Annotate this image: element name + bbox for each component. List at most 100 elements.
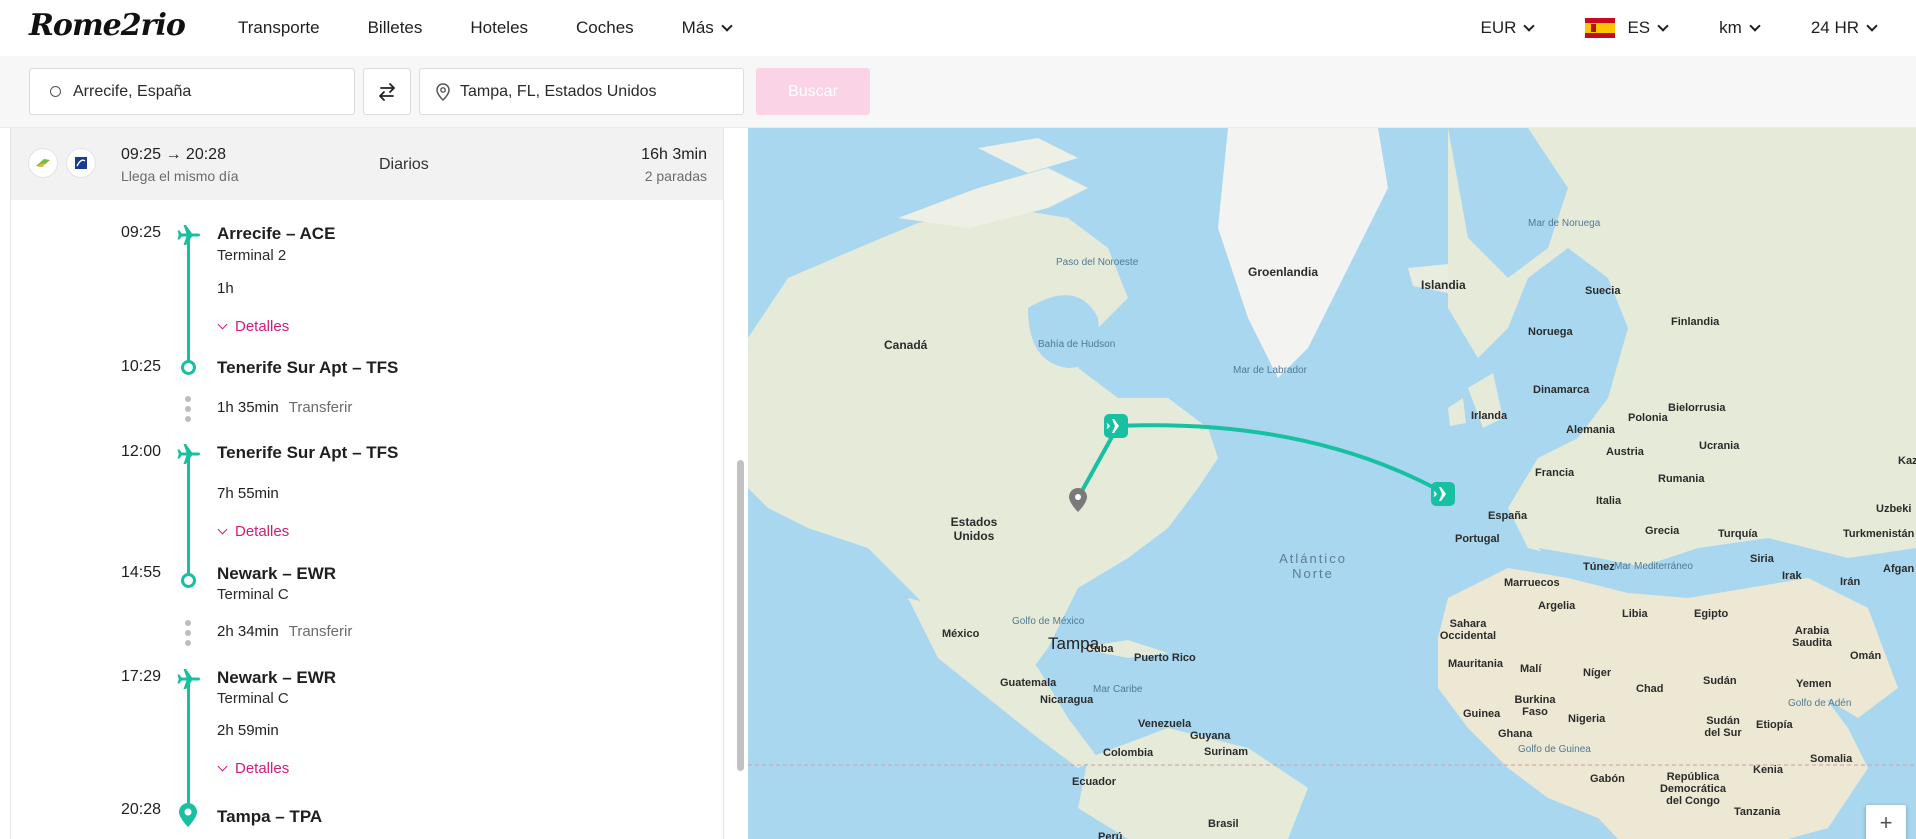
chevron-down-icon bbox=[721, 19, 733, 32]
map-label: Suecia bbox=[1585, 285, 1621, 297]
map-label: Rumania bbox=[1658, 473, 1705, 485]
map-label: Chad bbox=[1636, 683, 1664, 695]
nav-mas-dropdown[interactable]: Más bbox=[682, 18, 733, 38]
currency-selector[interactable]: EUR bbox=[1481, 18, 1536, 38]
map-label: Guyana bbox=[1190, 730, 1231, 742]
transfer-dots bbox=[185, 620, 191, 650]
location-pin-icon bbox=[436, 82, 450, 101]
origin-value: Arrecife, España bbox=[73, 82, 192, 100]
map-label: Sudán del Sur bbox=[1704, 715, 1742, 739]
language-selector[interactable]: ES bbox=[1585, 18, 1669, 38]
map-label: Guinea bbox=[1463, 708, 1501, 720]
plane-icon bbox=[177, 225, 200, 245]
map-label: Yemen bbox=[1796, 678, 1832, 690]
map-label: Venezuela bbox=[1138, 718, 1192, 730]
details-toggle[interactable]: Detalles bbox=[217, 318, 289, 335]
arrival-time: 10:25 bbox=[121, 358, 162, 375]
swap-button[interactable] bbox=[363, 68, 411, 115]
destination-pin-icon bbox=[179, 803, 197, 827]
map-label: Níger bbox=[1583, 667, 1612, 679]
map-label: Polonia bbox=[1628, 412, 1668, 424]
map-label: Mar Caribe bbox=[1093, 684, 1143, 695]
map-label: Austria bbox=[1606, 446, 1644, 458]
stop-title[interactable]: Tenerife Sur Apt – TFS bbox=[217, 443, 398, 463]
map-label: Atlántico Norte bbox=[1279, 551, 1347, 581]
map-label: Nigeria bbox=[1568, 713, 1606, 725]
map-label: Portugal bbox=[1455, 533, 1500, 545]
map-label: Colombia bbox=[1103, 747, 1154, 759]
map-label: Canadá bbox=[884, 338, 928, 352]
map-label: Tanzania bbox=[1734, 806, 1781, 818]
main-nav: Transporte Billetes Hoteles Coches Más bbox=[238, 0, 779, 56]
route-line bbox=[187, 455, 190, 580]
search-button[interactable]: Buscar bbox=[756, 68, 870, 115]
map-label: Ghana bbox=[1498, 728, 1533, 740]
route-map[interactable]: Groenlandia Islandia Canadá Paso del Nor… bbox=[748, 128, 1916, 839]
destination-value: Tampa, FL, Estados Unidos bbox=[460, 82, 657, 100]
map-label: Surinam bbox=[1204, 746, 1249, 758]
chevron-down-icon bbox=[1657, 19, 1669, 32]
map-label: Brasil bbox=[1208, 818, 1239, 830]
map-label: Italia bbox=[1596, 495, 1622, 507]
leg-duration: 1h bbox=[217, 280, 234, 297]
nav-coches[interactable]: Coches bbox=[576, 18, 634, 38]
chevron-down-icon bbox=[1749, 19, 1761, 32]
map-label: Arabia Saudita bbox=[1792, 625, 1832, 649]
zoom-in-button[interactable]: + bbox=[1866, 805, 1906, 839]
departure-time: 17:29 bbox=[121, 668, 162, 685]
details-toggle[interactable]: Detalles bbox=[217, 523, 289, 540]
map-label: Finlandia bbox=[1671, 316, 1720, 328]
map-label: Paso del Noroeste bbox=[1056, 257, 1139, 268]
map-label: Turkmenistán bbox=[1843, 528, 1915, 540]
map-label: Ucrania bbox=[1699, 440, 1740, 452]
map-label: Dinamarca bbox=[1533, 384, 1590, 396]
stop-title[interactable]: Arrecife – ACE bbox=[217, 224, 335, 244]
stop-terminal: Terminal C bbox=[217, 690, 289, 707]
map-label: Mar Mediterráneo bbox=[1614, 561, 1693, 572]
transfer-info: 1h 35min Transferir bbox=[217, 399, 352, 416]
map-label: Mar de Labrador bbox=[1233, 365, 1307, 376]
distance-unit-label: km bbox=[1719, 18, 1742, 37]
stop-title[interactable]: Newark – EWR bbox=[217, 564, 336, 584]
panel-scrollbar[interactable] bbox=[737, 460, 744, 771]
map-label: República Democrática del Congo bbox=[1659, 771, 1727, 807]
map-label: Islandia bbox=[1421, 278, 1466, 292]
map-label: Afgan bbox=[1883, 563, 1915, 575]
rome2rio-logo[interactable]: Rome2rio bbox=[29, 8, 186, 43]
map-label: Mauritania bbox=[1448, 658, 1504, 670]
map-label: Bahía de Hudson bbox=[1038, 339, 1116, 350]
language-label: ES bbox=[1627, 18, 1651, 37]
origin-input[interactable]: Arrecife, España bbox=[29, 68, 355, 115]
time-format-label: 24 HR bbox=[1810, 18, 1859, 37]
distance-unit-selector[interactable]: km bbox=[1719, 18, 1761, 38]
destination-input[interactable]: Tampa, FL, Estados Unidos bbox=[419, 68, 744, 115]
map-label: Burkina Faso bbox=[1514, 694, 1556, 718]
nav-billetes[interactable]: Billetes bbox=[368, 18, 423, 38]
map-label: México bbox=[942, 628, 980, 640]
stop-terminal: Terminal 2 bbox=[217, 247, 287, 264]
stop-title[interactable]: Tenerife Sur Apt – TFS bbox=[217, 358, 398, 378]
map-label: Malí bbox=[1520, 663, 1542, 675]
map-label: Sudán bbox=[1703, 675, 1737, 687]
details-toggle[interactable]: Detalles bbox=[217, 760, 289, 777]
map-label: Grecia bbox=[1645, 525, 1680, 537]
map-label: Somalia bbox=[1810, 753, 1853, 765]
time-format-selector[interactable]: 24 HR bbox=[1810, 18, 1878, 38]
transfer-duration: 2h 34min bbox=[217, 623, 279, 640]
newark-plane-marker-icon[interactable] bbox=[1104, 414, 1128, 438]
stop-title[interactable]: Newark – EWR bbox=[217, 668, 336, 688]
map-label: Perú bbox=[1098, 831, 1123, 839]
map-label: Bielorrusia bbox=[1668, 402, 1726, 414]
map-label: Gabón bbox=[1590, 773, 1625, 785]
departure-time: 12:00 bbox=[121, 443, 162, 460]
stop-title[interactable]: Tampa – TPA bbox=[217, 807, 322, 827]
map-label: Turquía bbox=[1718, 528, 1758, 540]
swap-arrows-icon bbox=[379, 82, 395, 101]
map-label: Golfo de México bbox=[1012, 616, 1085, 627]
nav-hoteles[interactable]: Hoteles bbox=[470, 18, 528, 38]
map-label: Marruecos bbox=[1504, 577, 1560, 589]
nav-transporte[interactable]: Transporte bbox=[238, 18, 320, 38]
map-label: Irán bbox=[1840, 576, 1861, 588]
tenerife-plane-marker-icon[interactable] bbox=[1431, 482, 1455, 506]
chevron-down-icon bbox=[1523, 19, 1536, 32]
